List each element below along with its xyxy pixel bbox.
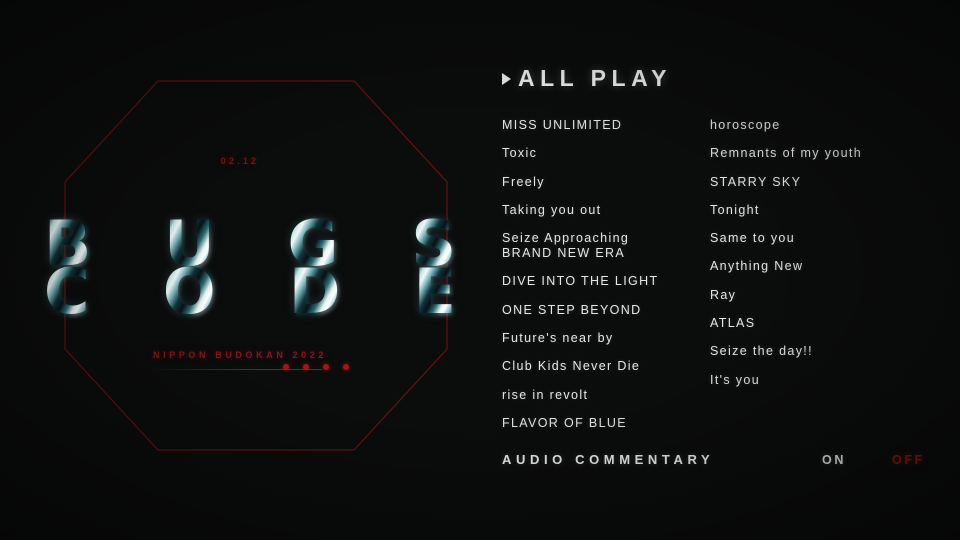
wordmark-letter: O xyxy=(162,255,216,328)
audio-commentary-off-option[interactable]: OFF xyxy=(892,453,925,467)
track-title: FLAVOR OF BLUE xyxy=(502,415,627,430)
track-list: MISS UNLIMITED Toxic Freely Taking you o… xyxy=(502,118,947,444)
track-title: Same to you xyxy=(710,231,796,246)
date-stamp: 02.12 xyxy=(220,156,260,166)
track-title: DIVE INTO THE LIGHT xyxy=(502,274,659,289)
menu-panel: ALL PLAY MISS UNLIMITED Toxic Freely Tak… xyxy=(480,0,960,540)
track-item[interactable]: Future's near by xyxy=(502,331,710,346)
venue-label: NIPPON BUDOKAN 2022 xyxy=(153,350,327,360)
track-title: Future's near by xyxy=(502,331,614,346)
track-item[interactable]: Toxic xyxy=(502,146,710,161)
track-item[interactable]: Same to you xyxy=(710,231,947,246)
track-title: Seize the day!! xyxy=(710,344,813,359)
track-title: rise in revolt xyxy=(502,387,589,402)
track-item[interactable]: DIVE INTO THE LIGHT xyxy=(502,274,710,289)
track-title-line2: BRAND NEW ERA xyxy=(502,246,626,261)
track-title: STARRY SKY xyxy=(710,174,802,189)
track-title: Tonight xyxy=(710,202,760,217)
play-triangle-icon xyxy=(502,73,511,85)
track-item[interactable]: FLAVOR OF BLUE xyxy=(502,416,710,431)
venue-block: NIPPON BUDOKAN 2022 xyxy=(0,350,480,370)
wordmark-letter: E xyxy=(413,255,456,328)
venue-dot xyxy=(343,364,349,370)
wordmark-row-bottom: C C O O D D E E xyxy=(44,260,458,326)
venue-dots xyxy=(283,364,349,370)
track-title: Taking you out xyxy=(502,202,602,217)
track-item[interactable]: MISS UNLIMITED xyxy=(502,118,710,133)
wordmark-slot: D D xyxy=(289,260,342,326)
track-title: ONE STEP BEYOND xyxy=(502,302,642,317)
track-item[interactable]: horoscope xyxy=(710,118,947,133)
track-item[interactable]: Remnants of my youth xyxy=(710,146,947,161)
track-item[interactable]: Anything New xyxy=(710,259,947,274)
track-item[interactable]: Seize Approaching BRAND NEW ERA xyxy=(502,231,710,261)
bugs-code-wordmark: B B U U G G S S C C O O xyxy=(44,212,458,326)
track-item[interactable]: Freely xyxy=(502,175,710,190)
venue-dot xyxy=(323,364,329,370)
all-play-label: ALL PLAY xyxy=(518,65,672,91)
track-item[interactable]: ATLAS xyxy=(710,316,947,331)
track-title: ATLAS xyxy=(710,316,756,331)
track-item[interactable]: Ray xyxy=(710,288,947,303)
wordmark-row-top: B B U U G G S S xyxy=(44,212,458,278)
track-item[interactable]: Tonight xyxy=(710,203,947,218)
track-title: Freely xyxy=(502,174,545,189)
track-column-right: horoscope Remnants of my youth STARRY SK… xyxy=(710,118,947,444)
audio-commentary-label: AUDIO COMMENTARY xyxy=(502,452,715,467)
track-item[interactable]: ONE STEP BEYOND xyxy=(502,303,710,318)
track-item[interactable]: Seize the day!! xyxy=(710,344,947,359)
venue-dot xyxy=(303,364,309,370)
audio-commentary-row: AUDIO COMMENTARY ON OFF xyxy=(502,452,942,467)
wordmark-slot: C C xyxy=(44,260,91,326)
track-item[interactable]: rise in revolt xyxy=(502,388,710,403)
track-title: Ray xyxy=(710,287,737,302)
track-title: horoscope xyxy=(710,118,781,132)
all-play-button[interactable]: ALL PLAY xyxy=(502,65,672,92)
track-title: Seize Approaching xyxy=(502,231,630,246)
track-item[interactable]: STARRY SKY xyxy=(710,175,947,190)
wordmark-slot: O O xyxy=(163,260,218,326)
track-title: MISS UNLIMITED xyxy=(502,118,623,132)
audio-commentary-on-option[interactable]: ON xyxy=(822,453,846,467)
track-item[interactable]: Taking you out xyxy=(502,203,710,218)
track-item[interactable]: It's you xyxy=(710,373,947,388)
track-title: Club Kids Never Die xyxy=(502,359,641,374)
track-item[interactable]: Club Kids Never Die xyxy=(502,359,710,374)
artwork-panel: 02.12 B B U U G G S S C C xyxy=(0,0,480,540)
track-title: Toxic xyxy=(502,146,538,161)
track-title: It's you xyxy=(710,372,761,387)
wordmark-slot: E E xyxy=(414,260,458,326)
wordmark-letter: D xyxy=(288,255,340,328)
track-title: Remnants of my youth xyxy=(710,146,863,161)
wordmark-letter: C xyxy=(44,255,89,328)
venue-dot xyxy=(283,364,289,370)
track-column-left: MISS UNLIMITED Toxic Freely Taking you o… xyxy=(502,118,710,444)
track-title: Anything New xyxy=(710,259,804,274)
